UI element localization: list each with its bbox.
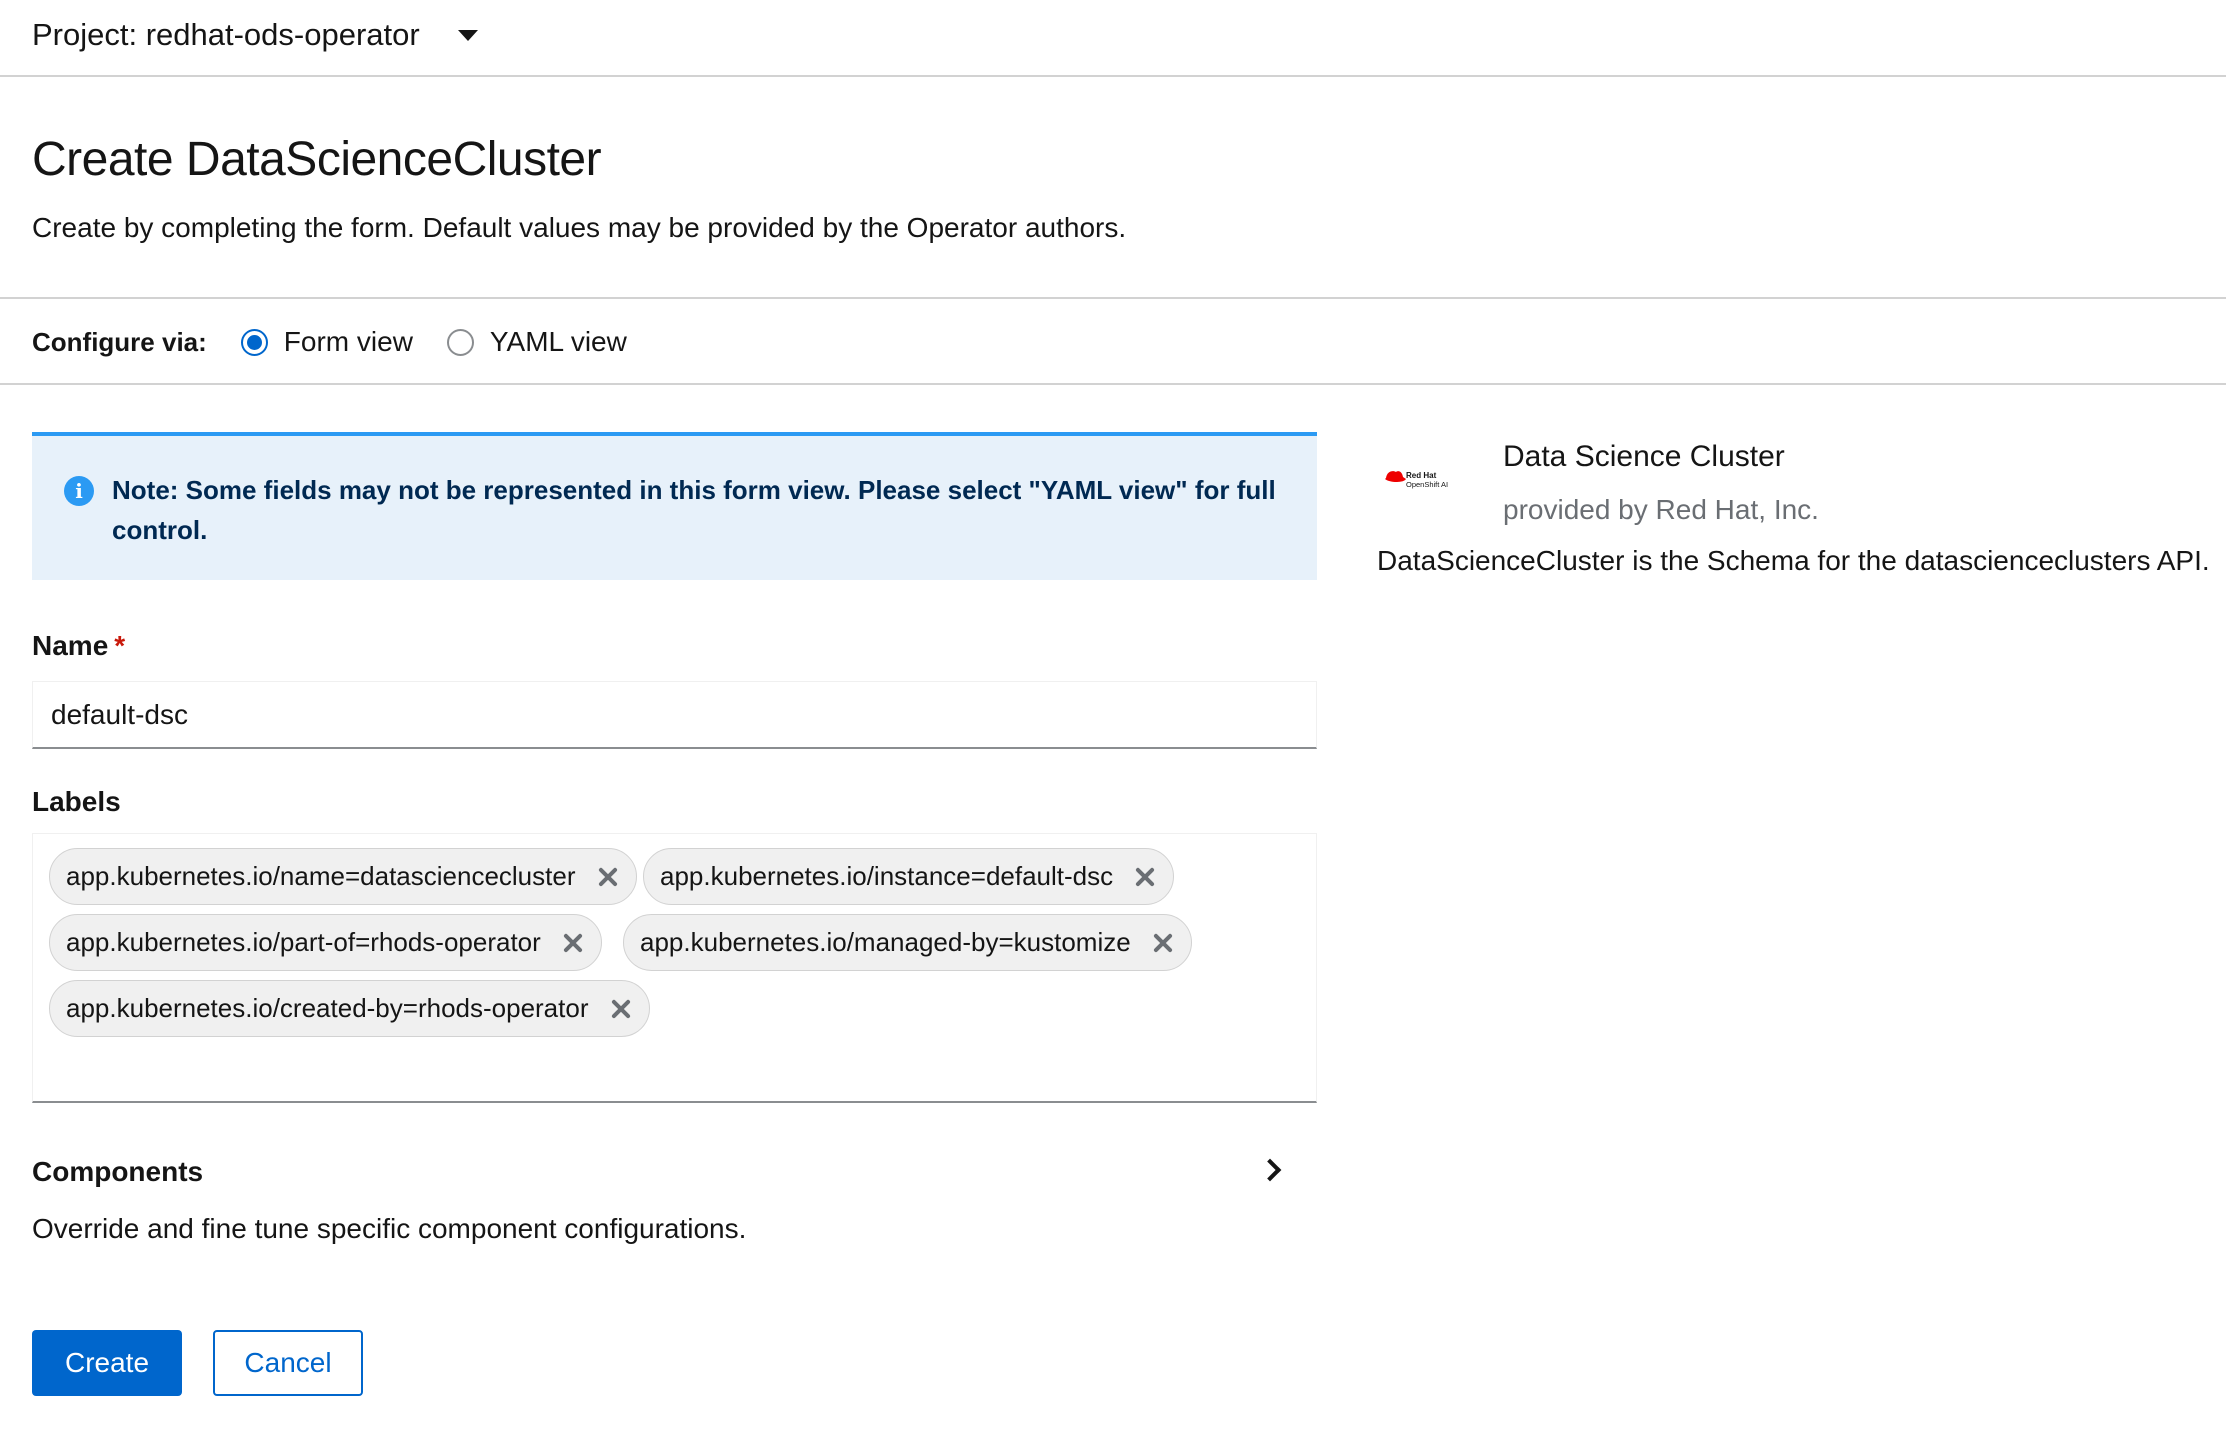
- name-label-text: Name: [32, 630, 109, 661]
- configure-divider: [0, 383, 2226, 385]
- info-icon: i: [64, 476, 94, 506]
- form-view-radio[interactable]: [240, 328, 268, 356]
- page-title: Create DataScienceCluster: [32, 133, 602, 186]
- close-icon[interactable]: [594, 863, 622, 891]
- logo-brand-text: Red Hat: [1406, 471, 1437, 480]
- red-hat-openshift-ai-logo: Red Hat OpenShift AI: [1385, 471, 1448, 489]
- label-chip: app.kubernetes.io/managed-by=kustomize: [623, 914, 1192, 971]
- components-title: Components: [32, 1156, 204, 1187]
- info-alert-text: Note: Some fields may not be represented…: [112, 475, 1276, 545]
- chevron-right-icon: [1258, 1158, 1282, 1182]
- labels-label: Labels: [32, 786, 121, 817]
- side-panel-title: Data Science Cluster: [1503, 440, 1785, 473]
- page-description: Create by completing the form. Default v…: [32, 212, 1127, 243]
- close-icon[interactable]: [1149, 929, 1177, 957]
- label-chip: app.kubernetes.io/name=datasciencecluste…: [49, 848, 637, 905]
- logo-product-text: OpenShift AI: [1406, 480, 1448, 489]
- label-chip-text: app.kubernetes.io/part-of=rhods-operator: [66, 927, 541, 957]
- label-chip-text: app.kubernetes.io/managed-by=kustomize: [640, 927, 1131, 957]
- label-chip-text: app.kubernetes.io/instance=default-dsc: [660, 861, 1114, 891]
- configure-via-group: Configure via: Form view YAML view: [32, 318, 661, 366]
- configure-via-label: Configure via:: [32, 326, 207, 357]
- label-chip: app.kubernetes.io/instance=default-dsc: [643, 848, 1175, 905]
- name-input[interactable]: [32, 681, 1317, 749]
- close-icon[interactable]: [607, 995, 635, 1023]
- side-panel-provider: provided by Red Hat, Inc.: [1503, 494, 1819, 525]
- close-icon[interactable]: [1131, 863, 1159, 891]
- components-expand-toggle[interactable]: Components: [32, 1150, 1302, 1194]
- label-chip-text: app.kubernetes.io/created-by=rhods-opera…: [66, 993, 589, 1023]
- cancel-button[interactable]: Cancel: [213, 1330, 363, 1396]
- components-description: Override and fine tune specific componen…: [32, 1213, 747, 1244]
- yaml-view-option[interactable]: YAML view: [446, 326, 627, 358]
- info-alert: i Note: Some fields may not be represent…: [32, 432, 1317, 580]
- yaml-view-radio[interactable]: [446, 328, 474, 356]
- form-view-label[interactable]: Form view: [284, 326, 413, 358]
- form-view-option[interactable]: Form view: [240, 326, 413, 358]
- header-divider: [0, 297, 2226, 299]
- name-label: Name *: [32, 630, 125, 662]
- close-icon[interactable]: [559, 929, 587, 957]
- label-chip-text: app.kubernetes.io/name=datasciencecluste…: [66, 861, 576, 891]
- caret-down-icon: [457, 29, 478, 41]
- required-indicator: *: [114, 630, 126, 661]
- label-chip: app.kubernetes.io/part-of=rhods-operator: [49, 914, 602, 971]
- create-button[interactable]: Create: [32, 1330, 182, 1396]
- project-selector[interactable]: Project: redhat-ods-operator: [32, 14, 478, 56]
- project-selector-label: Project: redhat-ods-operator: [32, 17, 420, 52]
- side-panel-description: DataScienceCluster is the Schema for the…: [1377, 545, 2210, 576]
- project-bar: Project: redhat-ods-operator: [0, 0, 2226, 77]
- labels-input[interactable]: app.kubernetes.io/name=datasciencecluste…: [32, 833, 1317, 1103]
- yaml-view-label[interactable]: YAML view: [490, 326, 627, 358]
- label-chip: app.kubernetes.io/created-by=rhods-opera…: [49, 980, 650, 1037]
